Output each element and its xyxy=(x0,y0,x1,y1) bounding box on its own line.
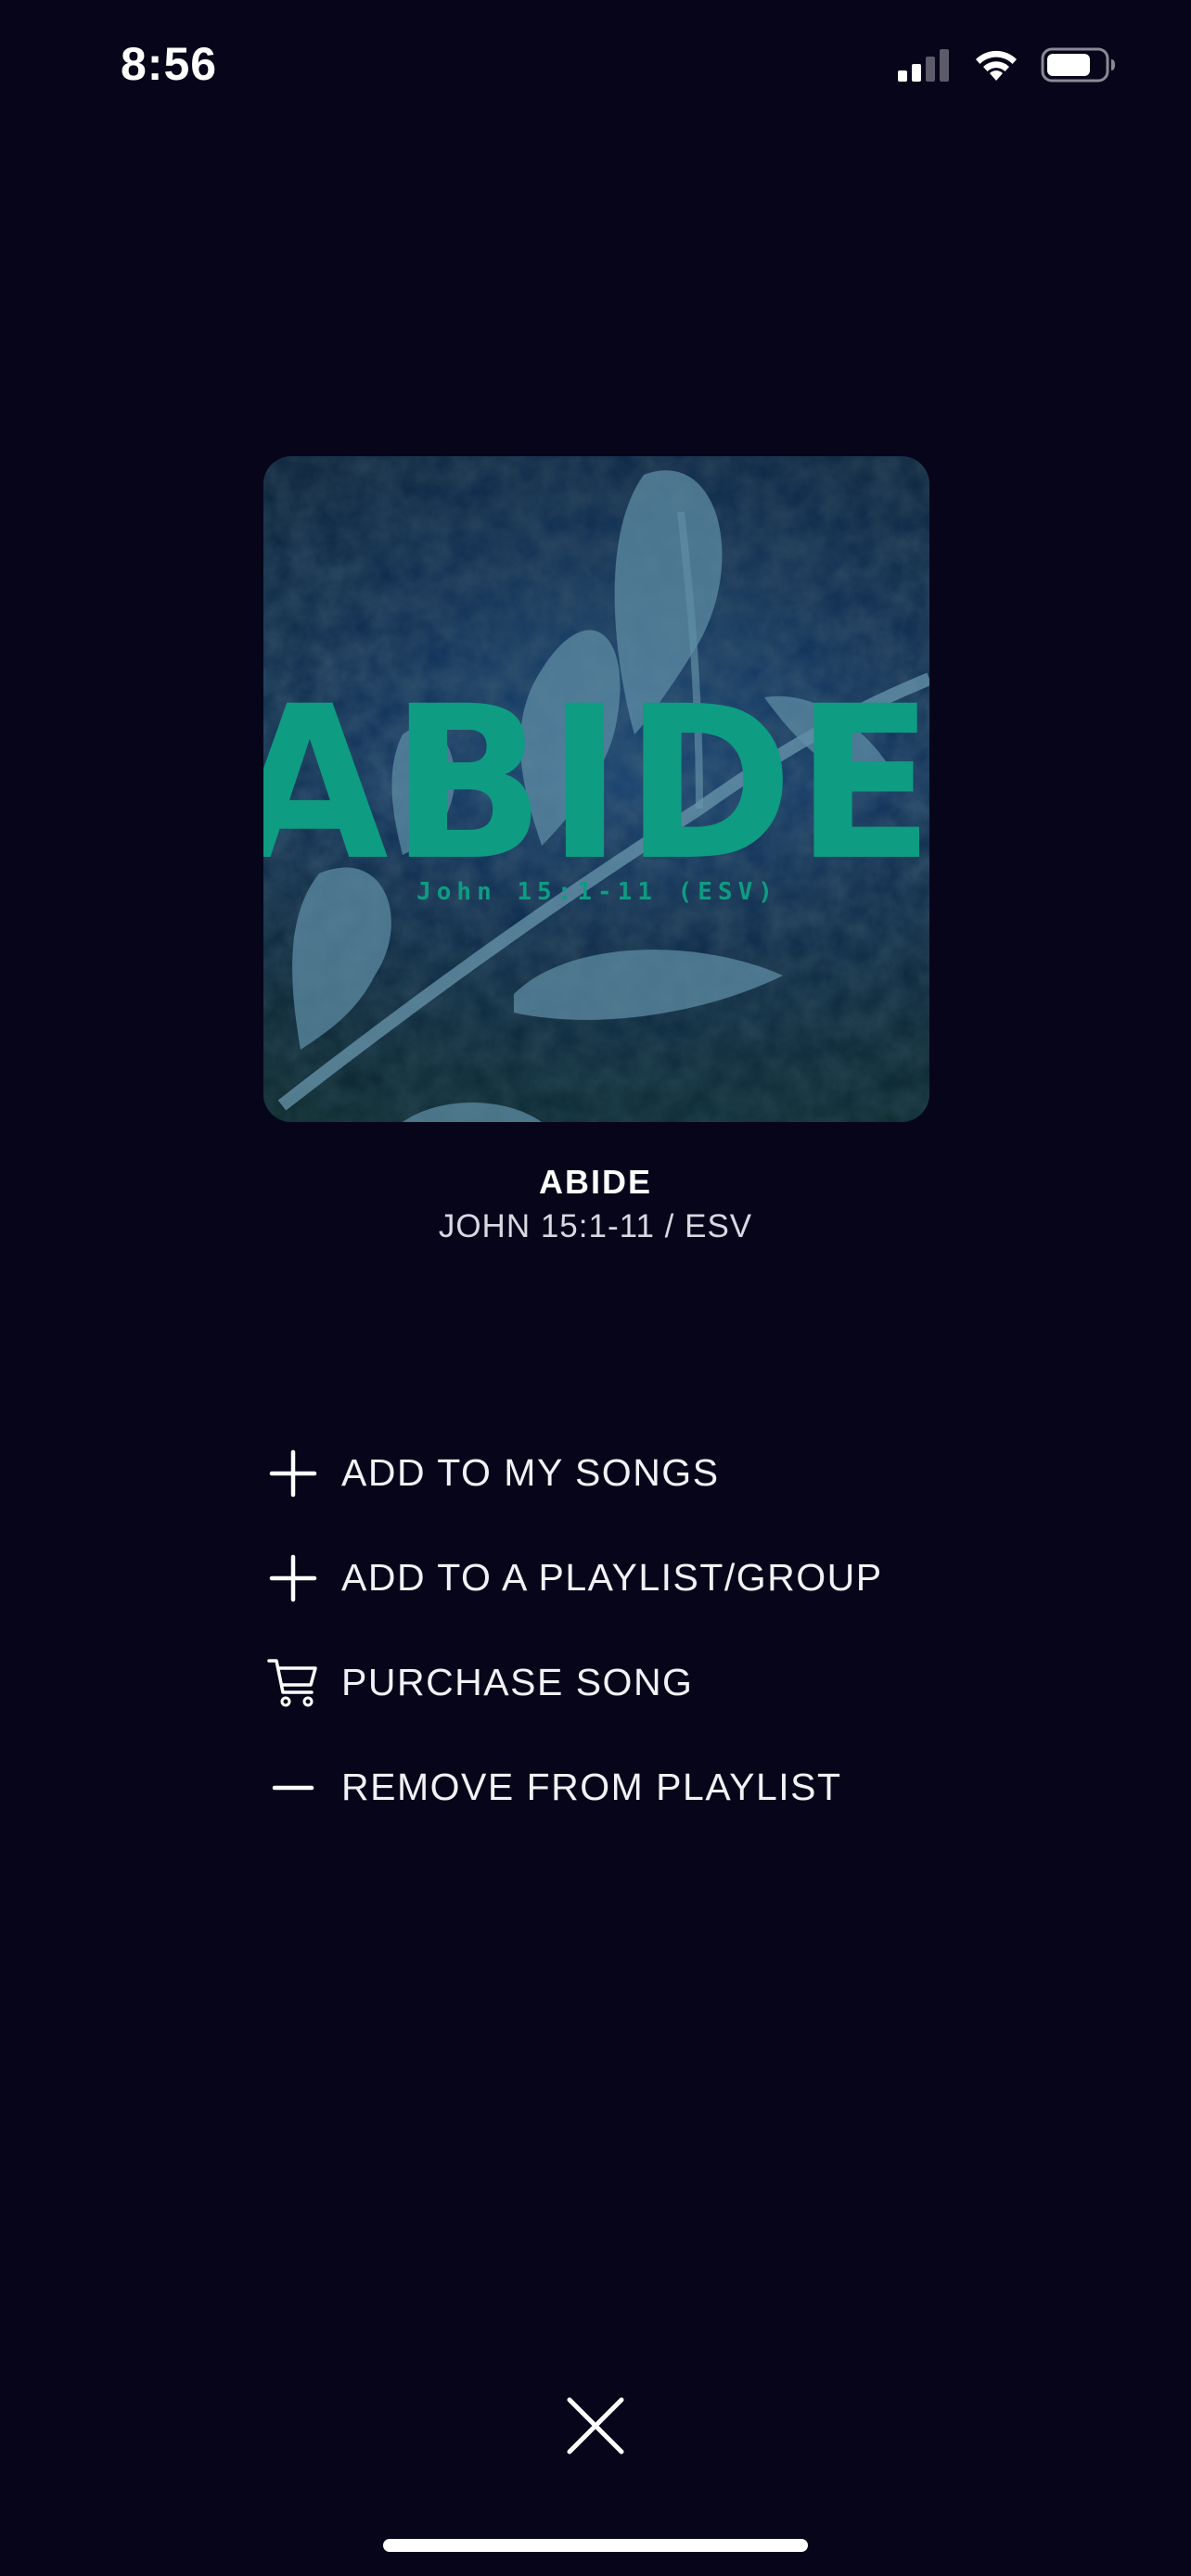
add-to-my-songs-label: ADD TO MY SONGS xyxy=(341,1451,720,1494)
status-time: 8:56 xyxy=(121,38,218,90)
purchase-song-label: PURCHASE SONG xyxy=(341,1661,694,1703)
add-to-my-songs-button[interactable]: ADD TO MY SONGS xyxy=(263,1421,1005,1525)
song-subtitle: JOHN 15:1-11 / ESV xyxy=(438,1208,753,1244)
artwork-title-text: ABIDE xyxy=(263,660,929,907)
purchase-song-button[interactable]: PURCHASE SONG xyxy=(263,1630,1005,1735)
status-icons xyxy=(896,46,1117,88)
battery-icon xyxy=(1041,46,1117,88)
album-artwork: ABIDE John 15:1-11 (ESV) xyxy=(263,456,929,1122)
add-to-playlist-group-label: ADD TO A PLAYLIST/GROUP xyxy=(341,1556,883,1599)
plus-icon xyxy=(263,1444,323,1503)
minus-icon xyxy=(263,1758,323,1817)
artwork-subtitle-text: John 15:1-11 (ESV) xyxy=(416,878,778,906)
action-list: ADD TO MY SONGS ADD TO A PLAYLIST/GROUP … xyxy=(263,1421,1005,1840)
remove-from-playlist-button[interactable]: REMOVE FROM PLAYLIST xyxy=(263,1735,1005,1840)
close-button[interactable] xyxy=(558,2391,633,2465)
add-to-playlist-group-button[interactable]: ADD TO A PLAYLIST/GROUP xyxy=(263,1525,1005,1630)
wifi-icon xyxy=(972,47,1020,87)
status-bar: 8:56 xyxy=(0,0,1191,130)
plus-icon xyxy=(263,1549,323,1608)
remove-from-playlist-label: REMOVE FROM PLAYLIST xyxy=(341,1766,842,1808)
close-icon xyxy=(566,2396,625,2460)
song-title: ABIDE xyxy=(538,1163,652,1201)
cellular-signal-icon xyxy=(896,48,952,86)
home-indicator[interactable] xyxy=(383,2539,808,2552)
cart-icon xyxy=(263,1653,323,1713)
